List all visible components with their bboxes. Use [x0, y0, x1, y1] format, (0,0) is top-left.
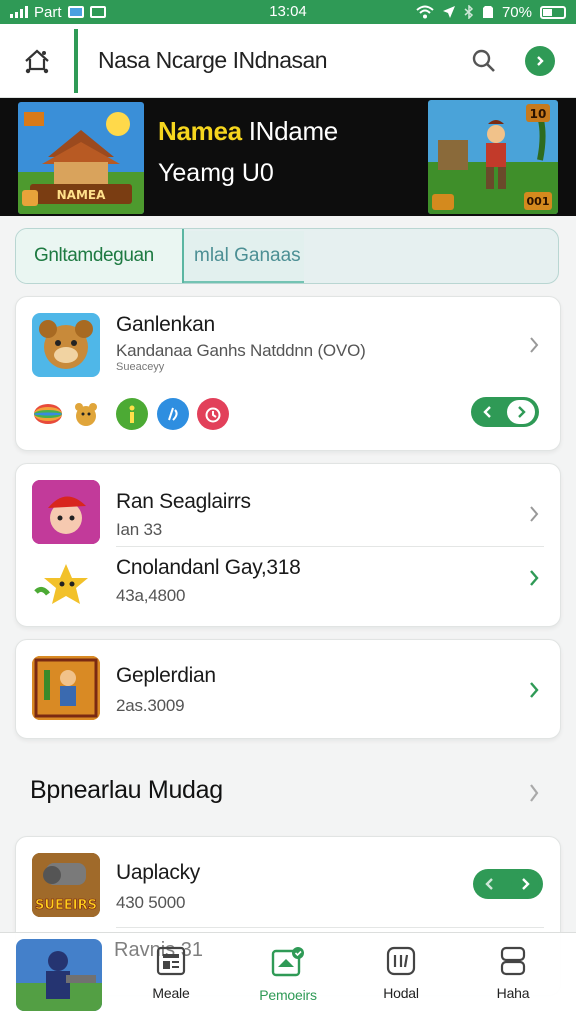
app-header: Nasa Ncarge INdnasan	[0, 24, 576, 98]
profile-icon	[500, 946, 526, 976]
go-button[interactable]	[512, 24, 568, 98]
page-title: Nasa Ncarge INdnasan	[98, 47, 328, 73]
signal-icon	[10, 6, 28, 18]
library-icon	[386, 946, 416, 976]
nav-haha[interactable]: Haha	[468, 945, 558, 1001]
chevron-left-icon	[485, 878, 493, 890]
sim-icon	[482, 6, 493, 18]
banner-art-right: 10 001	[428, 100, 558, 214]
bluetooth-icon	[464, 5, 474, 19]
news-icon	[156, 946, 186, 976]
battery-percent: 70%	[501, 3, 532, 21]
banner-art-badge-bottom: 001	[527, 195, 550, 208]
app-title: Geplerdian	[116, 664, 216, 687]
chevron-right-icon	[530, 682, 539, 698]
screen-icon	[89, 6, 106, 18]
app-subtitle: Kandanaa Ganhs Natddnn (OVO)	[116, 341, 366, 360]
featured-banner[interactable]: NAMEA Namea INdame Yeamg U0 10 001	[0, 98, 576, 216]
list-item[interactable]: Ganlenkan Kandanaa Ganhs Natddnn (OVO) S…	[16, 297, 562, 387]
banner-title-highlight: Namea	[158, 116, 242, 146]
banner-art-badge-top: 10	[530, 107, 547, 121]
nav-meale[interactable]: Meale	[126, 945, 216, 1001]
app-thumbnail	[32, 480, 100, 544]
list-item[interactable]: Ran Seaglairrs Ian 33	[16, 464, 562, 546]
arrow-right-icon	[525, 45, 555, 76]
alarm-icon[interactable]	[197, 398, 229, 430]
chevron-right-icon	[530, 337, 539, 353]
toggle-switch[interactable]	[473, 869, 543, 899]
section-chevron-right-icon[interactable]	[526, 780, 542, 806]
app-subtitle: 43a,4800	[116, 586, 186, 605]
chevron-right-icon	[530, 570, 539, 586]
wifi-icon	[416, 5, 434, 19]
home-button[interactable]	[0, 24, 74, 98]
app-card: Geplerdian 2as.3009	[15, 639, 561, 739]
tab-active[interactable]: Gnltamdeguan	[16, 229, 184, 283]
cast-icon	[67, 6, 84, 18]
list-item[interactable]: Geplerdian 2as.3009	[16, 640, 562, 740]
section-title: Bpnearlau Mudag	[30, 776, 223, 804]
status-bar: Part 13:04 70%	[0, 0, 576, 24]
nav-label: Hodal	[383, 985, 419, 1001]
toggle-switch[interactable]	[471, 397, 539, 427]
tab-inactive[interactable]: mlal Ganaas	[184, 231, 304, 283]
nav-label: Pemoeirs	[259, 987, 317, 1003]
tab-bar: Gnltamdeguan mlal Ganaas	[15, 228, 559, 284]
banner-art-caption: NAMEA	[57, 188, 106, 202]
thumbnail-caption: SUEEIRS	[35, 898, 97, 913]
row-divider	[116, 927, 544, 928]
app-title: Ran Seaglairrs	[116, 490, 251, 513]
peek-thumbnail	[16, 939, 102, 1011]
nav-label: Haha	[496, 985, 530, 1001]
search-button[interactable]	[456, 24, 512, 98]
app-title: Uaplacky	[116, 861, 200, 884]
app-subtitle: 430 5000	[116, 893, 186, 912]
bottom-nav: Ravnis 31 Meale Pemoeirs Hodal Haha	[0, 932, 576, 1024]
chevron-left-icon	[483, 406, 491, 418]
app-title: Cnolandanl Gay,318	[116, 556, 301, 579]
app-thumbnail	[32, 313, 100, 377]
app-card: Ganlenkan Kandanaa Ganhs Natddnn (OVO) S…	[15, 296, 561, 451]
toggle-knob	[507, 400, 535, 424]
banner-subtitle: Yeamg U0	[158, 159, 274, 187]
app-thumbnail: SUEEIRS	[32, 853, 100, 917]
app-thumbnail	[32, 556, 100, 620]
toggle-knob	[511, 872, 539, 896]
carrier-label: Part	[34, 3, 62, 21]
app-tag: Sueaceyy	[116, 361, 165, 373]
nav-label: Meale	[152, 985, 190, 1001]
nav-pemoeirs[interactable]: Pemoeirs	[243, 945, 333, 1003]
location-icon	[442, 6, 455, 18]
slash-icon[interactable]	[157, 398, 189, 430]
list-item[interactable]: SUEEIRS Uaplacky 430 5000	[16, 837, 562, 929]
home-icon	[25, 49, 49, 73]
battery-icon	[540, 5, 566, 19]
app-thumbnail	[32, 656, 100, 720]
app-title: Ganlenkan	[116, 313, 215, 336]
banner-title-rest: INdame	[248, 116, 339, 146]
banner-text: Namea INdame Yeamg U0	[158, 116, 338, 188]
app-subtitle: Ian 33	[116, 520, 163, 539]
nav-hodal[interactable]: Hodal	[356, 945, 446, 1001]
app-card: Ran Seaglairrs Ian 33 Cnolandanl Gay,318…	[15, 463, 561, 627]
search-icon	[472, 49, 495, 72]
info-icon[interactable]	[116, 398, 148, 430]
chevron-right-icon	[530, 506, 539, 522]
bear-icon[interactable]	[70, 398, 102, 430]
store-icon	[271, 947, 304, 977]
app-subtitle: 2as.3009	[116, 696, 185, 715]
banner-art-left: NAMEA	[18, 102, 144, 214]
rainbow-icon[interactable]	[32, 398, 64, 430]
list-item[interactable]: Cnolandanl Gay,318 43a,4800	[16, 546, 562, 628]
